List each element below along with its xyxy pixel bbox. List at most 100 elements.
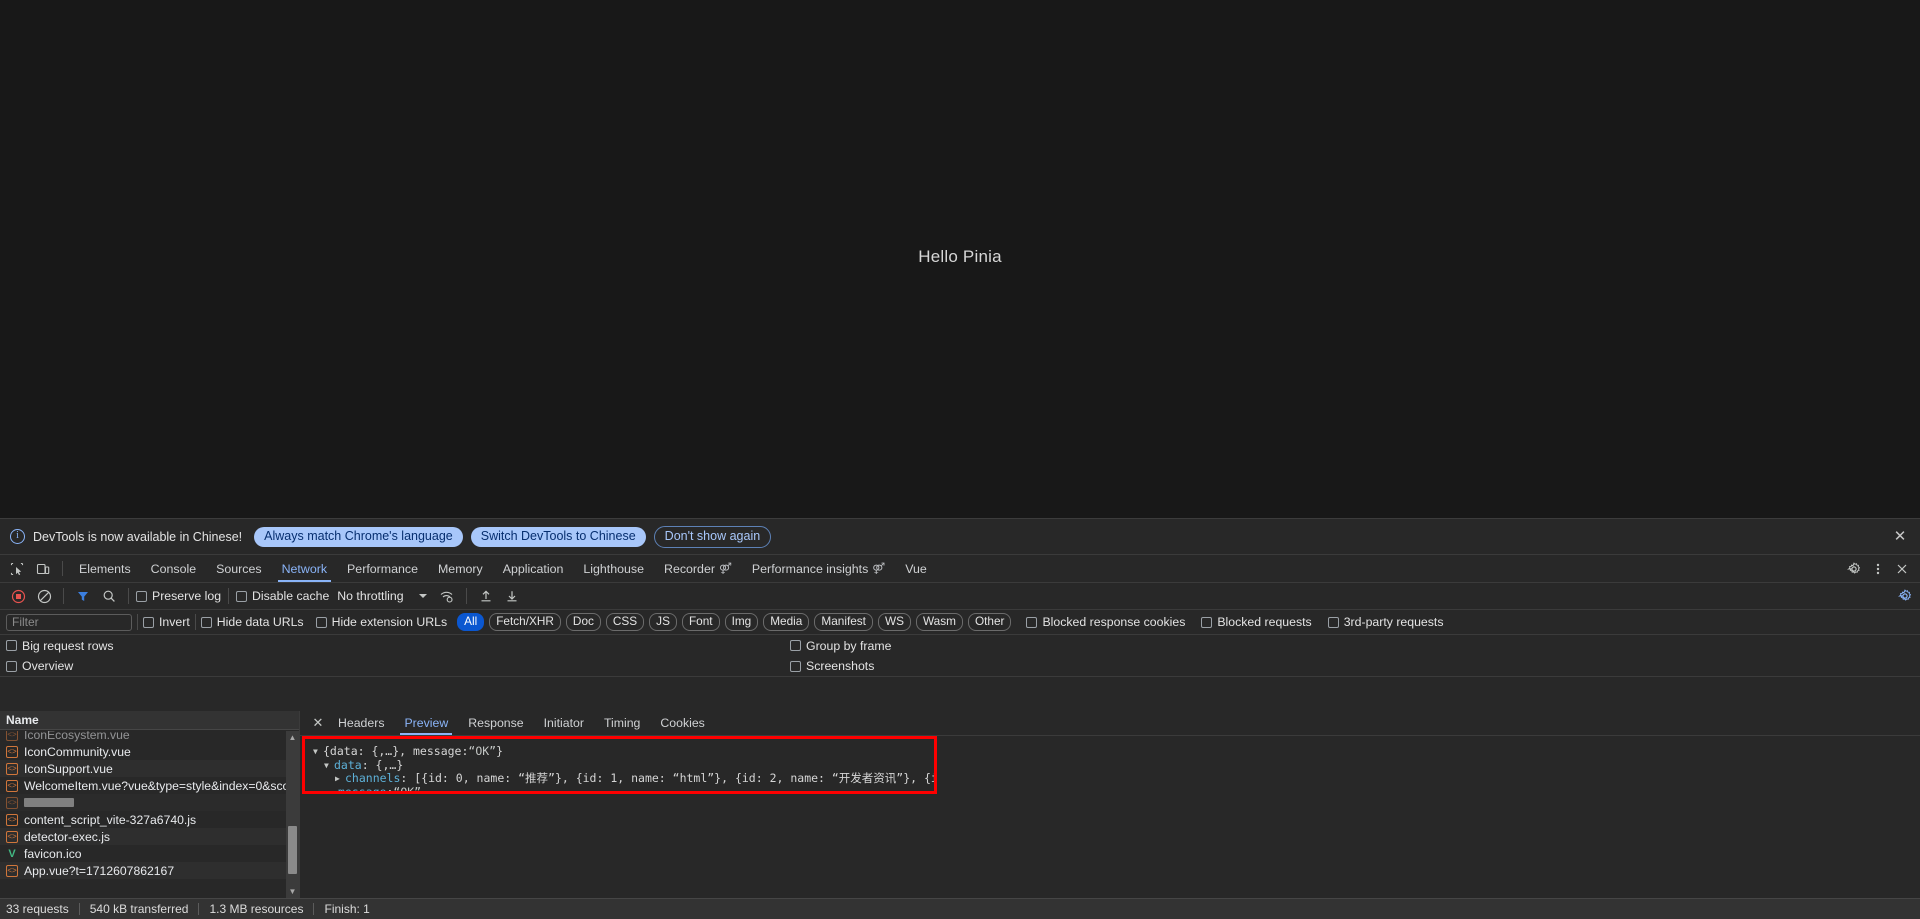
tab-sources[interactable]: Sources bbox=[206, 555, 271, 582]
i18n-notification-banner: i DevTools is now available in Chinese! … bbox=[0, 519, 1920, 555]
table-row[interactable]: <> App.vue?t=1712607862167 bbox=[0, 862, 286, 879]
always-match-language-button[interactable]: Always match Chrome's language bbox=[254, 526, 463, 547]
json-line-root[interactable]: ▼ {data: {,…}, message: “OK”} bbox=[313, 744, 934, 759]
json-line-channels[interactable]: ▶ channels: [{id: 0, name: “推荐”}, {id: 1… bbox=[313, 771, 934, 786]
switch-devtools-language-button[interactable]: Switch DevTools to Chinese bbox=[470, 526, 646, 547]
import-har-icon[interactable] bbox=[474, 585, 498, 607]
tab-vue[interactable]: Vue bbox=[895, 555, 937, 582]
export-har-icon[interactable] bbox=[500, 585, 524, 607]
throttling-dropdown[interactable]: No throttling bbox=[337, 589, 427, 603]
disclosure-triangle-icon[interactable]: ▶ bbox=[335, 772, 345, 786]
blocked-response-cookies-label: Blocked response cookies bbox=[1042, 615, 1186, 629]
table-row[interactable]: <> IconCommunity.vue bbox=[0, 743, 286, 760]
group-by-frame-label: Group by frame bbox=[806, 638, 892, 653]
hide-extension-urls-checkbox[interactable]: Hide extension URLs bbox=[315, 615, 447, 629]
blocked-response-cookies-checkbox[interactable]: Blocked response cookies bbox=[1026, 615, 1185, 629]
tab-application[interactable]: Application bbox=[493, 555, 574, 582]
filter-input[interactable] bbox=[6, 613, 132, 631]
table-row[interactable]: <> detector-exec.js bbox=[0, 828, 286, 845]
network-settings-gear-icon[interactable] bbox=[1896, 585, 1920, 607]
table-row[interactable]: <> bbox=[0, 794, 286, 811]
search-icon[interactable] bbox=[97, 585, 121, 607]
inspect-element-icon[interactable] bbox=[4, 555, 30, 582]
checkbox-box bbox=[136, 590, 147, 602]
detail-tab-headers[interactable]: Headers bbox=[328, 711, 394, 735]
big-request-rows-checkbox[interactable]: Big request rows bbox=[6, 639, 114, 653]
status-requests-count: 33 requests bbox=[6, 902, 69, 916]
vue-component-icon: <> bbox=[6, 796, 18, 809]
blocked-requests-checkbox[interactable]: Blocked requests bbox=[1201, 615, 1312, 629]
dont-show-again-button[interactable]: Don't show again bbox=[653, 525, 772, 548]
type-filter-other[interactable]: Other bbox=[967, 613, 1012, 631]
tab-network[interactable]: Network bbox=[272, 555, 337, 582]
tab-memory[interactable]: Memory bbox=[428, 555, 493, 582]
preserve-log-checkbox[interactable]: Preserve log bbox=[136, 589, 221, 603]
type-filter-manifest[interactable]: Manifest bbox=[814, 613, 873, 631]
table-row[interactable]: <> IconEcosystem.vue bbox=[0, 731, 286, 743]
detail-tab-initiator[interactable]: Initiator bbox=[534, 711, 594, 735]
type-filter-all[interactable]: All bbox=[457, 613, 485, 631]
type-filter-doc[interactable]: Doc bbox=[565, 613, 601, 631]
clear-network-icon[interactable] bbox=[32, 585, 56, 607]
disable-cache-label: Disable cache bbox=[252, 589, 330, 603]
request-list-header: Name bbox=[0, 711, 299, 730]
table-row[interactable]: <> content_script_vite-327a6740.js bbox=[0, 811, 286, 828]
screenshots-checkbox[interactable]: Screenshots bbox=[790, 659, 874, 673]
table-row[interactable]: V favicon.ico bbox=[0, 845, 286, 862]
hide-data-urls-checkbox[interactable]: Hide data URLs bbox=[200, 615, 304, 629]
close-detail-icon[interactable]: ✕ bbox=[308, 715, 328, 731]
close-devtools-icon[interactable] bbox=[1890, 563, 1914, 575]
gear-icon[interactable] bbox=[1842, 561, 1866, 576]
network-options-row-2: Overview Screenshots bbox=[0, 656, 1920, 677]
type-filter-js[interactable]: JS bbox=[649, 613, 677, 631]
toolbar-divider bbox=[128, 588, 129, 604]
detail-tab-cookies[interactable]: Cookies bbox=[650, 711, 714, 735]
record-stop-icon[interactable] bbox=[6, 585, 30, 607]
overview-checkbox[interactable]: Overview bbox=[6, 659, 73, 673]
tab-performance-insights[interactable]: Performance insights ⚤ bbox=[742, 555, 895, 582]
table-row[interactable]: <> IconSupport.vue bbox=[0, 760, 286, 777]
type-filter-img[interactable]: Img bbox=[724, 613, 759, 631]
disclosure-triangle-icon[interactable]: ▼ bbox=[324, 759, 334, 773]
detail-tab-preview[interactable]: Preview bbox=[394, 711, 458, 735]
third-party-requests-checkbox[interactable]: 3rd-party requests bbox=[1327, 615, 1444, 629]
disclosure-triangle-icon[interactable]: ▼ bbox=[313, 745, 323, 759]
screenshots-label: Screenshots bbox=[806, 659, 875, 673]
type-filter-fetch-xhr[interactable]: Fetch/XHR bbox=[489, 613, 561, 631]
tab-lighthouse[interactable]: Lighthouse bbox=[573, 555, 654, 582]
scroll-down-arrow-icon[interactable]: ▼ bbox=[286, 885, 299, 898]
tab-recorder[interactable]: Recorder ⚤ bbox=[654, 555, 742, 582]
table-row[interactable]: <> WelcomeItem.vue?vue&type=style&index=… bbox=[0, 777, 286, 794]
request-list[interactable]: <> IconEcosystem.vue <> IconCommunity.vu… bbox=[0, 731, 286, 898]
type-filter-wasm[interactable]: Wasm bbox=[915, 613, 963, 631]
tab-elements[interactable]: Elements bbox=[69, 555, 141, 582]
tab-console[interactable]: Console bbox=[141, 555, 206, 582]
scrollbar-thumb[interactable] bbox=[288, 826, 297, 874]
type-filter-css[interactable]: CSS bbox=[605, 613, 645, 631]
detail-tab-timing[interactable]: Timing bbox=[594, 711, 650, 735]
request-list-scrollbar[interactable]: ▲ ▼ bbox=[286, 731, 299, 898]
close-icon[interactable]: ✕ bbox=[1892, 528, 1908, 545]
disable-cache-checkbox[interactable]: Disable cache bbox=[236, 589, 329, 603]
vue-component-icon: <> bbox=[6, 745, 18, 758]
type-filter-font[interactable]: Font bbox=[681, 613, 720, 631]
status-transferred: 540 kB transferred bbox=[89, 902, 189, 916]
tabstrip-divider bbox=[62, 561, 63, 576]
device-toolbar-icon[interactable] bbox=[30, 555, 56, 582]
network-conditions-icon[interactable] bbox=[435, 585, 459, 607]
page-heading: Hello Pinia bbox=[918, 247, 1002, 266]
more-vertical-icon[interactable] bbox=[1866, 562, 1890, 576]
network-options-row-1: Big request rows Group by frame bbox=[0, 635, 1920, 656]
type-filter-ws[interactable]: WS bbox=[877, 613, 911, 631]
type-filter-media[interactable]: Media bbox=[763, 613, 810, 631]
invert-checkbox[interactable]: Invert bbox=[143, 615, 190, 629]
filter-funnel-icon[interactable] bbox=[71, 585, 95, 607]
tab-performance[interactable]: Performance bbox=[337, 555, 428, 582]
checkbox-box bbox=[1327, 616, 1339, 628]
toolbar-divider bbox=[465, 588, 467, 604]
json-line-data[interactable]: ▼ data: {,…} bbox=[313, 758, 934, 773]
scroll-up-arrow-icon[interactable]: ▲ bbox=[286, 731, 299, 744]
json-line-message[interactable]: message: “OK” bbox=[313, 785, 934, 791]
detail-tab-response[interactable]: Response bbox=[458, 711, 533, 735]
group-by-frame-checkbox[interactable]: Group by frame bbox=[790, 639, 891, 653]
